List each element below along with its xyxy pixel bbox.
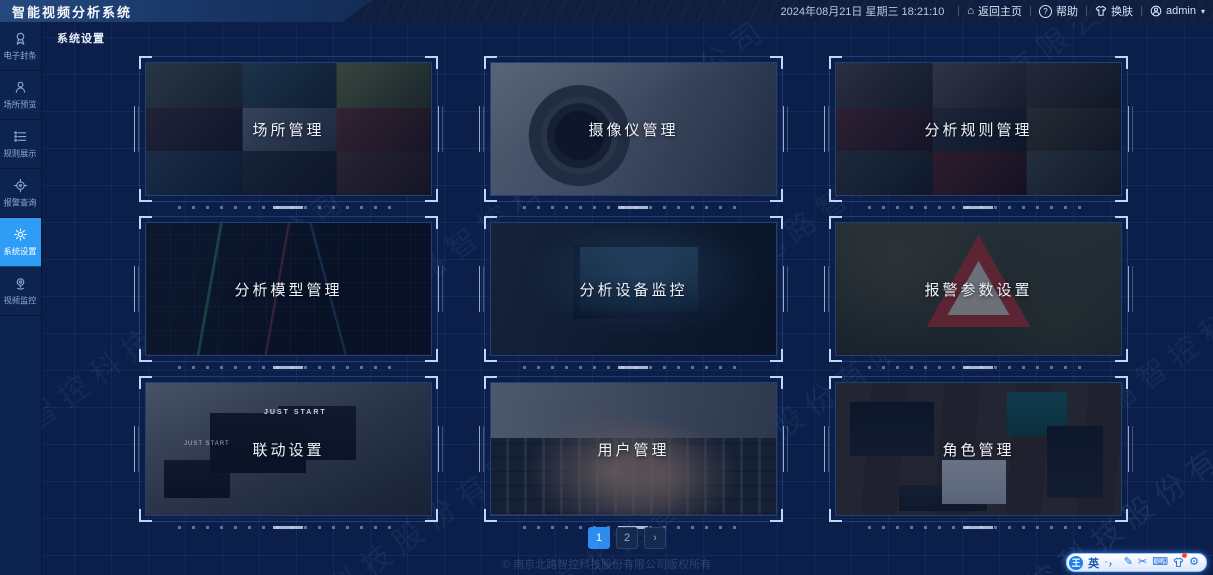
card-analysis-model-management[interactable]: 分析模型管理 [145,222,432,356]
card-label: 分析模型管理 [146,223,431,355]
skin-shirt-icon [1095,5,1107,17]
card-site-management[interactable]: 场所管理 [145,62,432,196]
shirt-icon [1173,557,1184,568]
sidebar-item-label: 视频监控 [4,294,37,306]
ime-skin-button[interactable] [1173,557,1184,568]
dash-divider [868,366,1088,369]
dash-divider [868,206,1088,209]
home-icon: ⌂ [967,6,974,17]
sidebar-item-label: 系统设置 [4,245,37,257]
ime-language-toggle[interactable]: 英 [1088,555,1099,571]
webcam-icon [13,276,28,291]
header-right: 2024年08月21日 星期三 18:21:10 ⌂ 返回主页 ? 帮助 换肤 … [780,0,1205,22]
person-icon [13,80,28,95]
gear-icon [13,227,28,242]
sidebar-item-label: 规则展示 [4,147,37,159]
card-role-management[interactable]: 角色管理 [835,382,1122,516]
top-header: 智能视频分析系统 2024年08月21日 星期三 18:21:10 ⌂ 返回主页… [0,0,1213,22]
dash-divider [523,366,743,369]
ime-keyboard-button[interactable]: ⌨ [1152,557,1168,568]
datetime-display: 2024年08月21日 星期三 18:21:10 [780,3,944,19]
divider [1141,6,1142,16]
card-label: 联动设置 [146,383,431,515]
card-alarm-parameter-settings[interactable]: 报警参数设置 [835,222,1122,356]
sidebar-item-system-settings[interactable]: 系统设置 [0,218,41,267]
help-link[interactable]: ? 帮助 [1039,3,1078,19]
card-analysis-rule-management[interactable]: 分析规则管理 [835,62,1122,196]
tab-system-settings[interactable]: 系统设置 [57,30,105,46]
sidebar-item-alarm-query[interactable]: 报警查询 [0,169,41,218]
card-label: 报警参数设置 [836,223,1121,355]
sidebar-item-rules-display[interactable]: 规则展示 [0,120,41,169]
watermark-text: 南京北路智控科技股份有限公司 [1119,404,1213,575]
card-label: 场所管理 [146,63,431,195]
sidebar: 电子封条 场所预览 规则展示 报警查询 系统设置 视频监控 [0,22,42,575]
card-analysis-device-monitoring[interactable]: 分析设备监控 [490,222,777,356]
app-logo-band: 智能视频分析系统 [0,0,372,22]
page-2-button[interactable]: 2 [616,527,638,549]
divider [1086,6,1087,16]
user-icon [1150,5,1162,17]
app-title: 智能视频分析系统 [12,2,132,21]
card-grid: 场所管理 摄像仪管理 分析规则管理 分析模型管理 分析设备监控 报警参数设置 [145,62,1120,529]
home-label: 返回主页 [978,3,1022,19]
list-icon [13,129,28,144]
sidebar-item-label: 场所预览 [4,98,37,110]
crosshair-icon [13,178,28,193]
chevron-down-icon: ▾ [1201,7,1205,16]
ime-logo[interactable]: 王 [1069,556,1083,570]
pagination: 1 2 › [41,527,1213,549]
help-icon: ? [1039,5,1052,18]
ime-toolbar: 王 英 ·， ✎ ✂ ⌨ ⚙ [1066,553,1207,572]
copyright-notice: © 南京北路智控科技股份有限公司版权所有 [0,556,1213,572]
home-link[interactable]: ⌂ 返回主页 [967,3,1022,19]
dash-divider [523,206,743,209]
username-label: admin [1166,5,1196,17]
sidebar-item-label: 电子封条 [4,49,37,61]
ime-settings-button[interactable]: ⚙ [1189,557,1199,568]
user-menu[interactable]: admin ▾ [1150,5,1205,17]
card-label: 用户管理 [491,383,776,515]
ime-screenshot-button[interactable]: ✂ [1138,557,1147,568]
sidebar-item-site-preview[interactable]: 场所预览 [0,71,41,120]
card-label: 分析规则管理 [836,63,1121,195]
card-linkage-settings[interactable]: JUST START JUST START 联动设置 [145,382,432,516]
card-label: 摄像仪管理 [491,63,776,195]
help-label: 帮助 [1056,3,1078,19]
sidebar-item-electronic-seal[interactable]: 电子封条 [0,22,41,71]
notification-dot [1182,553,1187,558]
seal-icon [13,31,28,46]
card-user-management[interactable]: 用户管理 [490,382,777,516]
card-label: 分析设备监控 [491,223,776,355]
next-page-button[interactable]: › [644,527,666,549]
ime-punctuation-button[interactable]: ·， [1104,557,1119,568]
divider [1030,6,1031,16]
divider [958,6,959,16]
skin-link[interactable]: 换肤 [1095,3,1133,19]
card-label: 角色管理 [836,383,1121,515]
dash-divider [178,366,398,369]
dash-divider [178,206,398,209]
card-camera-management[interactable]: 摄像仪管理 [490,62,777,196]
sidebar-item-label: 报警查询 [4,196,37,208]
sidebar-item-video-monitoring[interactable]: 视频监控 [0,267,41,316]
skin-label: 换肤 [1111,3,1133,19]
app-window: 南京北路智控科技股份有限公司 南京北路智控科技股份有限公司 南京北路智控科技股份… [0,0,1213,575]
ime-handwriting-button[interactable]: ✎ [1124,557,1133,568]
page-1-button[interactable]: 1 [588,527,610,549]
